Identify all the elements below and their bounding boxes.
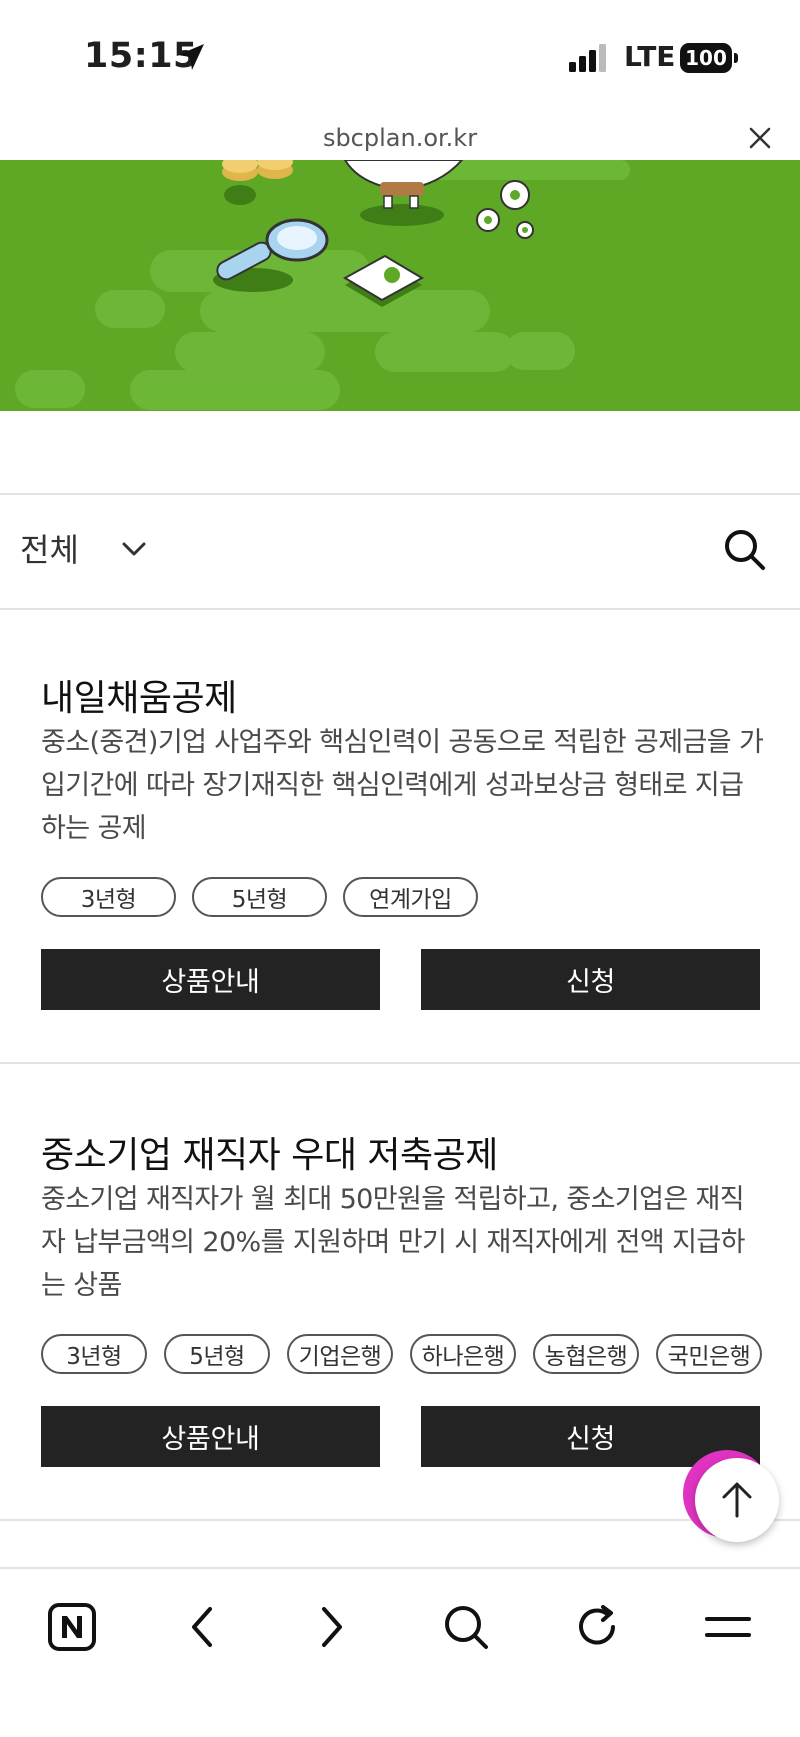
scroll-to-top-button[interactable]: [683, 1450, 779, 1546]
refresh-button[interactable]: [567, 1597, 627, 1657]
product-tags: 3년형 5년형 연계가입: [41, 877, 478, 917]
product-tag: 3년형: [41, 1334, 147, 1374]
search-icon[interactable]: [720, 525, 770, 575]
cellular-signal-icon: [569, 44, 606, 72]
url-text[interactable]: sbcplan.or.kr: [0, 124, 800, 152]
battery-tip: [734, 53, 738, 63]
banner-illustration: [15, 160, 630, 410]
product-info-button[interactable]: 상품안내: [41, 949, 380, 1010]
product-tag: 5년형: [192, 877, 327, 917]
back-icon: [192, 1607, 212, 1647]
product-info-button[interactable]: 상품안내: [41, 1406, 380, 1467]
product-card: 내일채움공제 중소(중견)기업 사업주와 핵심인력이 공동으로 적립한 공제금을…: [0, 607, 800, 1064]
filter-bar: 전체: [0, 493, 800, 610]
forward-icon: [322, 1607, 342, 1647]
menu-icon: [705, 1617, 751, 1637]
toolbar-search-button[interactable]: [436, 1597, 496, 1657]
scroll-top-face[interactable]: [695, 1458, 779, 1542]
search-icon: [445, 1606, 488, 1649]
arrow-up-icon: [722, 1482, 752, 1518]
naver-home-button[interactable]: [42, 1597, 102, 1657]
product-tag: 하나은행: [410, 1334, 516, 1374]
product-tag: 3년형: [41, 877, 176, 917]
battery-icon: 100: [680, 43, 738, 73]
product-tag: 농협은행: [533, 1334, 639, 1374]
close-icon[interactable]: [746, 124, 774, 152]
product-title: 중소기업 재직자 우대 저축공제: [41, 1135, 498, 1176]
forward-button[interactable]: [302, 1597, 362, 1657]
apply-button[interactable]: 신청: [421, 949, 760, 1010]
url-bar[interactable]: sbcplan.or.kr: [0, 118, 800, 160]
product-tags: 3년형 5년형 기업은행 하나은행 농협은행 국민은행: [41, 1334, 762, 1374]
location-arrow-icon: [178, 44, 204, 70]
product-description: 중소기업 재직자가 월 최대 50만원을 적립하고, 중소기업은 재직자 납부금…: [41, 1184, 745, 1301]
back-button[interactable]: [172, 1597, 232, 1657]
category-dropdown[interactable]: 전체: [20, 525, 79, 571]
product-tag: 연계가입: [343, 877, 478, 917]
network-type: LTE: [624, 40, 676, 73]
refresh-icon: [579, 1605, 615, 1645]
product-card: 중소기업 재직자 우대 저축공제 중소기업 재직자가 월 최대 50만원을 적립…: [0, 1064, 800, 1521]
product-description: 중소(중견)기업 사업주와 핵심인력이 공동으로 적립한 공제금을 가입기간에 …: [41, 727, 764, 844]
product-tag: 국민은행: [656, 1334, 762, 1374]
naver-home-icon: [48, 1603, 96, 1651]
product-title: 내일채움공제: [41, 678, 237, 719]
battery-level: 100: [680, 43, 732, 73]
browser-toolbar: [0, 1567, 800, 1737]
product-tag: 5년형: [164, 1334, 270, 1374]
menu-button[interactable]: [698, 1597, 758, 1657]
hero-banner: [0, 160, 800, 411]
status-bar: 15:15 LTE 100: [0, 0, 800, 118]
product-tag: 기업은행: [287, 1334, 393, 1374]
chevron-down-icon[interactable]: [118, 533, 150, 565]
